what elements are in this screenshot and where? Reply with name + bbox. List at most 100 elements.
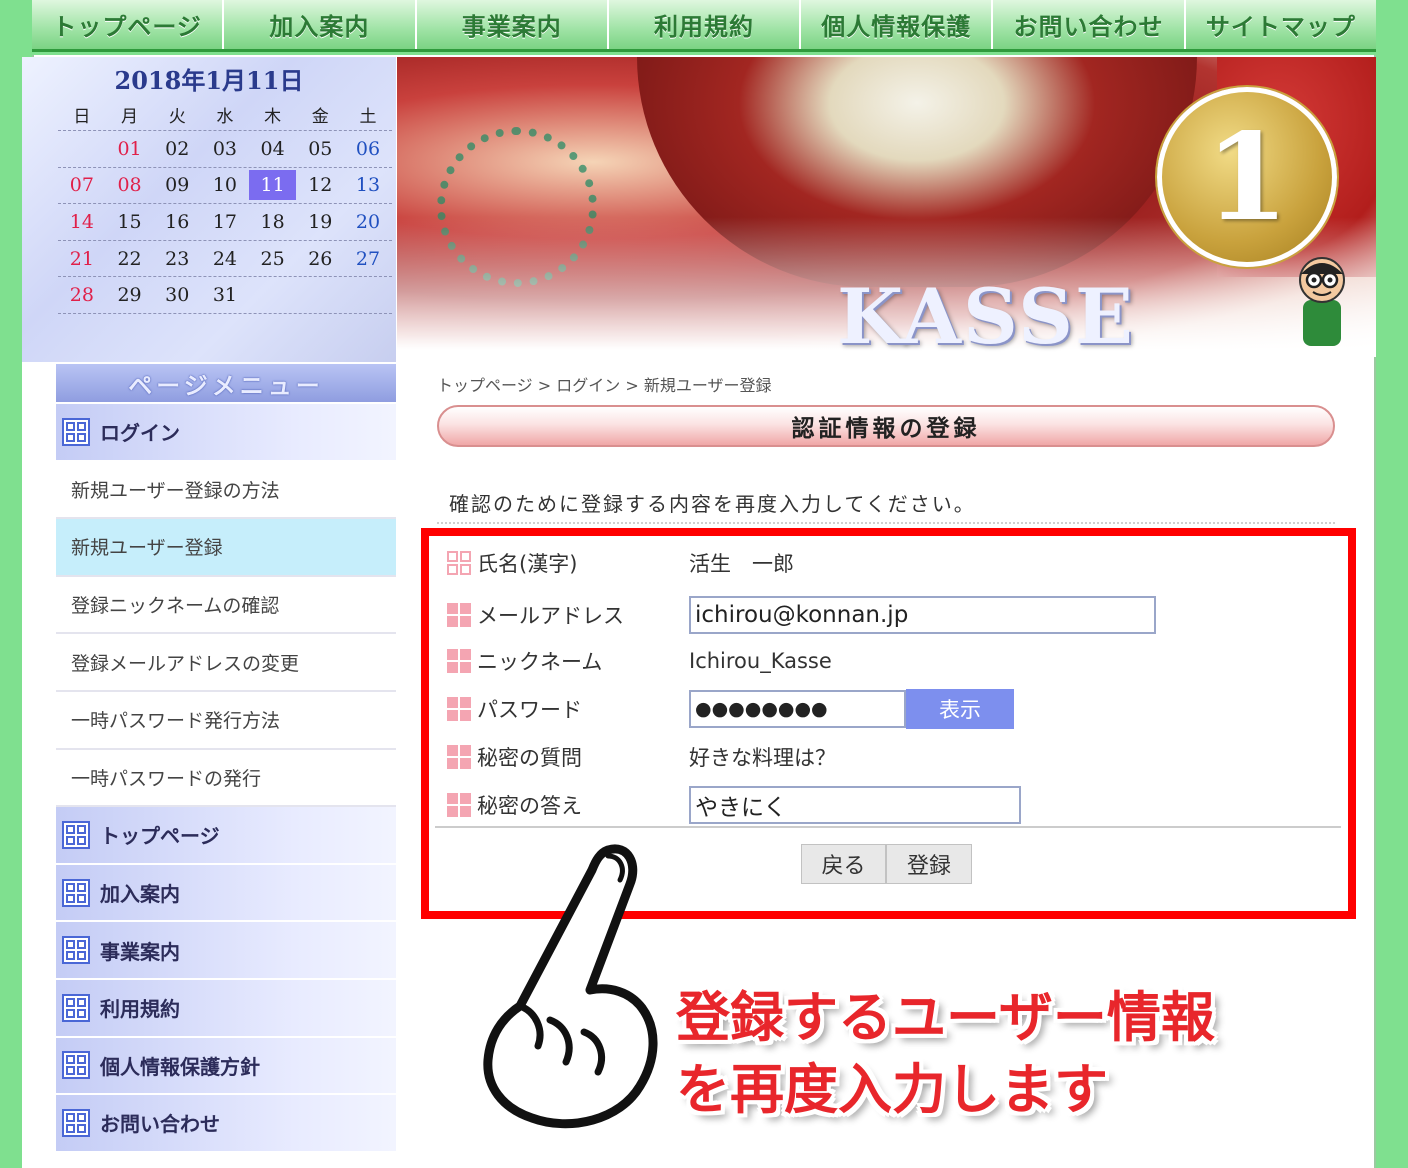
form-divider [435,826,1341,828]
sidebar-item-12[interactable]: お問い合わせ [56,1095,396,1153]
sidebar-item-2[interactable]: 新規ユーザー登録 [56,519,396,577]
nickname-label: ニックネーム [477,650,603,674]
calendar-day[interactable]: 03 [201,138,249,160]
top-nav: トップページ 加入案内 事業案内 利用規約 個人情報保護 お問い合わせ サイトマ… [32,0,1376,52]
sidebar-item-4[interactable]: 登録メールアドレスの変更 [56,634,396,692]
sidebar-item-8[interactable]: 加入案内 [56,864,396,923]
calendar-day[interactable]: 04 [249,138,297,160]
calendar-day[interactable]: 28 [58,284,106,306]
calendar-day[interactable]: 18 [249,211,297,233]
calendar-day[interactable]: 30 [153,284,201,306]
nav-item-join[interactable]: 加入案内 [224,0,417,49]
show-password-button[interactable]: 表示 [906,689,1014,729]
calendar-day[interactable]: 31 [201,284,249,306]
name-label: 氏名(漢字) [477,552,578,576]
sidebar-item-label: 一時パスワードの発行 [71,767,262,790]
sidebar-item-6[interactable]: 一時パスワードの発行 [56,749,396,808]
grid-icon [62,417,90,446]
sidebar: 2018年1月11日 日月火水木金土 01 02 03 04 05 06 07 08 09 10 11… [22,57,396,1168]
sidebar-item-3[interactable]: 登録ニックネームの確認 [56,576,396,635]
secret-answer-field[interactable] [689,786,1021,824]
grid-icon [62,936,90,965]
calendar-day[interactable]: 19 [296,211,344,233]
calendar-day[interactable]: 13 [344,174,392,196]
calendar-weekday: 木 [264,107,282,127]
calendar-day-today[interactable]: 11 [248,170,297,201]
nav-item-contact[interactable]: お問い合わせ [993,0,1186,49]
register-button[interactable]: 登録 [886,844,972,884]
calendar-day[interactable]: 25 [249,248,297,270]
calendar-title: 2018年1月11日 [114,66,304,95]
sidebar-item-1[interactable]: 新規ユーザー登録の方法 [56,461,396,520]
nav-item-sitemap[interactable]: サイトマップ [1186,0,1376,49]
sidebar-item-0[interactable]: ログイン [56,404,396,462]
sidebar-item-label: 登録メールアドレスの変更 [71,652,300,675]
calendar-week-row: 21 22 23 24 25 26 27 [58,241,392,278]
grid-icon [447,551,471,575]
calendar-day[interactable]: 24 [201,248,249,270]
grid-icon [62,878,90,907]
grid-icon [447,745,471,769]
email-field[interactable] [689,596,1156,634]
breadcrumb-home[interactable]: トップページ [437,376,533,395]
calendar-weekday: 土 [359,107,377,127]
calendar-day[interactable]: 17 [201,211,249,233]
grid-icon [62,820,90,849]
nav-item-privacy[interactable]: 個人情報保護 [801,0,994,49]
calendar-day[interactable]: 29 [106,284,154,306]
calendar-day[interactable]: 22 [106,248,154,270]
sidebar-item-label: 新規ユーザー登録 [71,537,223,560]
secret-answer-label: 秘密の答え [477,794,582,818]
calendar-day[interactable]: 06 [344,138,392,160]
calendar-day[interactable]: 26 [296,248,344,270]
calendar-day[interactable]: 02 [153,138,201,160]
calendar-day[interactable]: 09 [153,174,201,196]
nav-item-terms[interactable]: 利用規約 [609,0,802,49]
annotation-callout: 登録するユーザー情報 を再度入力します [676,982,1215,1126]
calendar-day[interactable]: 14 [58,211,106,233]
form-row-email: メールアドレス [447,596,1156,634]
sidebar-item-5[interactable]: 一時パスワード発行方法 [56,691,396,750]
form-row-name: 氏名(漢字) 活生 一郎 [447,544,794,582]
calendar-weekday: 日 [73,107,91,127]
breadcrumb-login[interactable]: ログイン [556,376,620,395]
calendar-day[interactable]: 16 [153,211,201,233]
nav-item-top[interactable]: トップページ [32,0,225,49]
back-button[interactable]: 戻る [801,844,886,884]
nav-item-business[interactable]: 事業案内 [417,0,609,49]
calendar-day[interactable]: 07 [58,174,106,196]
calendar-day[interactable]: 23 [153,248,201,270]
calendar-day[interactable]: 12 [296,174,344,196]
sidebar-item-label: 個人情報保護方針 [100,1054,260,1079]
calendar-day[interactable]: 08 [106,174,154,196]
calendar-day[interactable]: 20 [344,211,392,233]
sidebar-item-11[interactable]: 個人情報保護方針 [56,1037,396,1096]
calendar-day[interactable]: 27 [344,248,392,270]
email-label: メールアドレス [477,604,624,628]
grid-icon [62,993,90,1022]
pointing-hand-icon [483,844,658,1129]
sidebar-item-label: 一時パスワード発行方法 [71,710,281,733]
grid-icon [447,697,471,721]
grid-icon [62,1051,90,1080]
calendar-day[interactable]: 10 [201,174,249,196]
sidebar-item-10[interactable]: 利用規約 [56,979,396,1038]
name-value: 活生 一郎 [689,552,794,576]
calendar-weekday-row: 日月火水木金土 [58,99,392,131]
sidebar-menu: ログイン 新規ユーザー登録の方法新規ユーザー登録登録ニックネームの確認登録メールア… [56,404,396,1153]
form-row-answer: 秘密の答え [447,786,1021,824]
sidebar-item-7[interactable]: トップページ [56,807,396,865]
page-title: 認証情報の登録 [437,405,1335,447]
calendar-day[interactable]: 01 [106,138,154,160]
calendar-day[interactable]: 15 [106,211,154,233]
calendar-weekday: 火 [168,107,186,127]
grid-icon [447,603,471,627]
password-field[interactable] [689,690,906,728]
calendar-day[interactable]: 21 [58,248,106,270]
sidebar-item-9[interactable]: 事業案内 [56,922,396,980]
nickname-value: Ichirou_Kasse [689,649,832,673]
annotation-line-2: を再度入力します [676,1058,1108,1121]
calendar-week-row: 01 02 03 04 05 06 [58,131,392,168]
sidebar-item-label: トップページ [100,824,220,849]
calendar-day[interactable]: 05 [296,138,344,160]
